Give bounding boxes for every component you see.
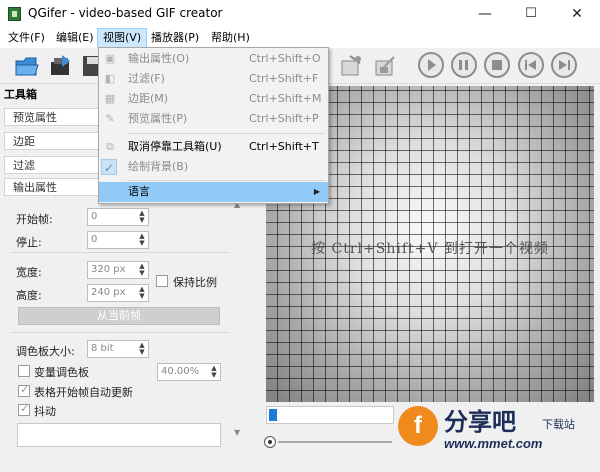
stop-frame-spinbox[interactable]: 0 ▲ ▼ xyxy=(87,231,149,249)
variable-palette-spinbox[interactable]: 40.00% ▲ ▼ xyxy=(157,363,221,381)
app-icon xyxy=(8,7,21,21)
stop-frame-label: 停止: xyxy=(16,236,42,249)
start-frame-label: 开始帧: xyxy=(16,213,53,226)
spin-arrows-icon[interactable]: ▲ ▼ xyxy=(137,263,147,277)
submenu-arrow-icon: ▶ xyxy=(313,187,320,196)
menu-output-properties-label: 输出属性(O) xyxy=(128,52,190,65)
title-bar: QGifer - video-based GIF creator — ☐ ✕ xyxy=(0,0,600,28)
menu-margins[interactable]: ▦ 边距(M) Ctrl+Shift+M xyxy=(99,89,328,109)
open-video-hint: 按 Ctrl+Shift+V 到打开一个视频 xyxy=(311,241,549,257)
menu-filter-label: 过滤(F) xyxy=(128,72,165,85)
watermark-subtitle: 下载站 xyxy=(542,418,575,431)
start-frame-spinbox[interactable]: 0 ▲ ▼ xyxy=(87,208,149,226)
width-label: 宽度: xyxy=(16,266,42,279)
menu-filter-shortcut: Ctrl+Shift+F xyxy=(249,72,319,85)
menu-preview-properties-label: 预览属性(P) xyxy=(128,112,188,125)
variable-palette-checkbox[interactable] xyxy=(18,365,30,377)
menu-help[interactable]: 帮助(H) xyxy=(206,28,255,48)
preview-icon: ✎ xyxy=(105,112,115,125)
seek-slider-handle[interactable] xyxy=(264,436,276,448)
height-spinbox[interactable]: 240 px ▲ ▼ xyxy=(87,284,149,302)
extract-gif-icon[interactable] xyxy=(48,53,74,79)
separator xyxy=(10,332,230,333)
menu-output-properties-shortcut: Ctrl+Shift+O xyxy=(249,52,321,65)
view-menu-dropdown: ▣ 输出属性(O) Ctrl+Shift+O ◧ 过滤(F) Ctrl+Shif… xyxy=(98,47,329,204)
keep-ratio-label: 保持比例 xyxy=(173,276,217,289)
toolbox-scrollbar[interactable]: ▲ ▼ xyxy=(231,200,245,444)
menu-player[interactable]: 播放器(P) xyxy=(146,28,204,48)
menu-edit[interactable]: 编辑(E) xyxy=(51,28,99,48)
menu-undock-toolbox-label: 取消停靠工具箱(U) xyxy=(128,140,222,153)
spin-arrows-icon[interactable]: ▲ ▼ xyxy=(209,365,219,379)
menu-draw-background[interactable]: ✓ 绘制背景(B) xyxy=(99,157,328,177)
menu-margins-shortcut: Ctrl+Shift+M xyxy=(249,92,322,105)
undock-icon: ⧉ xyxy=(106,140,114,153)
menu-separator xyxy=(127,133,325,134)
auto-update-label: 表格开始帧自动更新 xyxy=(34,386,133,399)
start-frame-value: 0 xyxy=(91,211,98,222)
frame-timeline[interactable] xyxy=(266,406,394,424)
window-title: QGifer - video-based GIF creator xyxy=(28,6,223,20)
dither-options-box[interactable] xyxy=(17,423,221,447)
watermark-brand: 分享吧 xyxy=(444,409,516,436)
variable-palette-label: 变量调色板 xyxy=(34,366,89,379)
frame-save-icon[interactable] xyxy=(372,53,398,79)
toolbox-title: 工具箱 xyxy=(4,88,37,101)
seek-slider-track xyxy=(278,441,392,443)
menu-draw-background-label: 绘制背景(B) xyxy=(128,160,189,173)
variable-palette-value: 40.00% xyxy=(161,366,200,377)
close-button[interactable]: ✕ xyxy=(554,0,600,28)
pause-icon[interactable] xyxy=(451,52,477,78)
spin-arrows-icon[interactable]: ▲ ▼ xyxy=(137,342,147,356)
previous-frame-icon[interactable] xyxy=(518,52,544,78)
palette-size-spinbox[interactable]: 8 bit ▲ ▼ xyxy=(87,340,149,358)
menu-output-properties[interactable]: ▣ 输出属性(O) Ctrl+Shift+O xyxy=(99,49,328,69)
separator xyxy=(10,252,230,253)
menu-preview-properties[interactable]: ✎ 预览属性(P) Ctrl+Shift+P xyxy=(99,109,328,129)
timeline-position-marker[interactable] xyxy=(269,409,277,421)
menu-file[interactable]: 文件(F) xyxy=(3,28,50,48)
minimize-button[interactable]: — xyxy=(462,0,508,28)
next-frame-icon[interactable] xyxy=(551,52,577,78)
menu-bar: 文件(F) 编辑(E) 视图(V) 播放器(P) 帮助(H) xyxy=(0,28,600,48)
width-value: 320 px xyxy=(91,264,126,275)
filter-icon: ◧ xyxy=(104,72,116,85)
spin-arrows-icon[interactable]: ▲ ▼ xyxy=(137,210,147,224)
watermark-url: www.mmet.com xyxy=(444,436,543,451)
dither-checkbox[interactable] xyxy=(18,402,30,416)
menu-preview-properties-shortcut: Ctrl+Shift+P xyxy=(249,112,319,125)
checkmark-icon: ✓ xyxy=(101,159,117,175)
menu-language[interactable]: 语言 ▶ xyxy=(99,182,328,202)
watermark-logo-icon: f xyxy=(398,406,438,446)
from-current-frame-button[interactable]: 从当前帧 xyxy=(18,307,220,325)
keep-ratio-checkbox[interactable] xyxy=(156,275,168,287)
seek-slider[interactable] xyxy=(262,436,392,448)
height-label: 高度: xyxy=(16,289,42,302)
frame-export-icon[interactable] xyxy=(338,53,364,79)
spin-arrows-icon[interactable]: ▲ ▼ xyxy=(137,286,147,300)
width-spinbox[interactable]: 320 px ▲ ▼ xyxy=(87,261,149,279)
height-value: 240 px xyxy=(91,287,126,298)
menu-language-label: 语言 xyxy=(128,185,150,198)
menu-view[interactable]: 视图(V) xyxy=(97,28,148,48)
menu-undock-toolbox-shortcut: Ctrl+Shift+T xyxy=(249,140,319,153)
menu-separator xyxy=(127,180,325,181)
palette-size-label: 调色板大小: xyxy=(16,345,75,358)
menu-filter[interactable]: ◧ 过滤(F) Ctrl+Shift+F xyxy=(99,69,328,89)
maximize-button[interactable]: ☐ xyxy=(508,0,554,28)
menu-margins-label: 边距(M) xyxy=(128,92,169,105)
stop-icon[interactable] xyxy=(484,52,510,78)
scroll-down-icon[interactable]: ▼ xyxy=(234,428,240,437)
spin-arrows-icon[interactable]: ▲ ▼ xyxy=(137,233,147,247)
open-video-icon[interactable] xyxy=(14,53,40,79)
dither-label: 抖动 xyxy=(34,405,56,418)
site-watermark: f 分享吧 下载站 www.mmet.com xyxy=(396,402,596,468)
margins-icon: ▦ xyxy=(104,92,116,105)
stop-frame-value: 0 xyxy=(91,234,98,245)
output-icon: ▣ xyxy=(104,52,116,65)
menu-undock-toolbox[interactable]: ⧉ 取消停靠工具箱(U) Ctrl+Shift+T xyxy=(99,137,328,157)
auto-update-checkbox[interactable] xyxy=(18,383,30,397)
play-icon[interactable] xyxy=(418,52,444,78)
palette-size-value: 8 bit xyxy=(91,343,114,354)
